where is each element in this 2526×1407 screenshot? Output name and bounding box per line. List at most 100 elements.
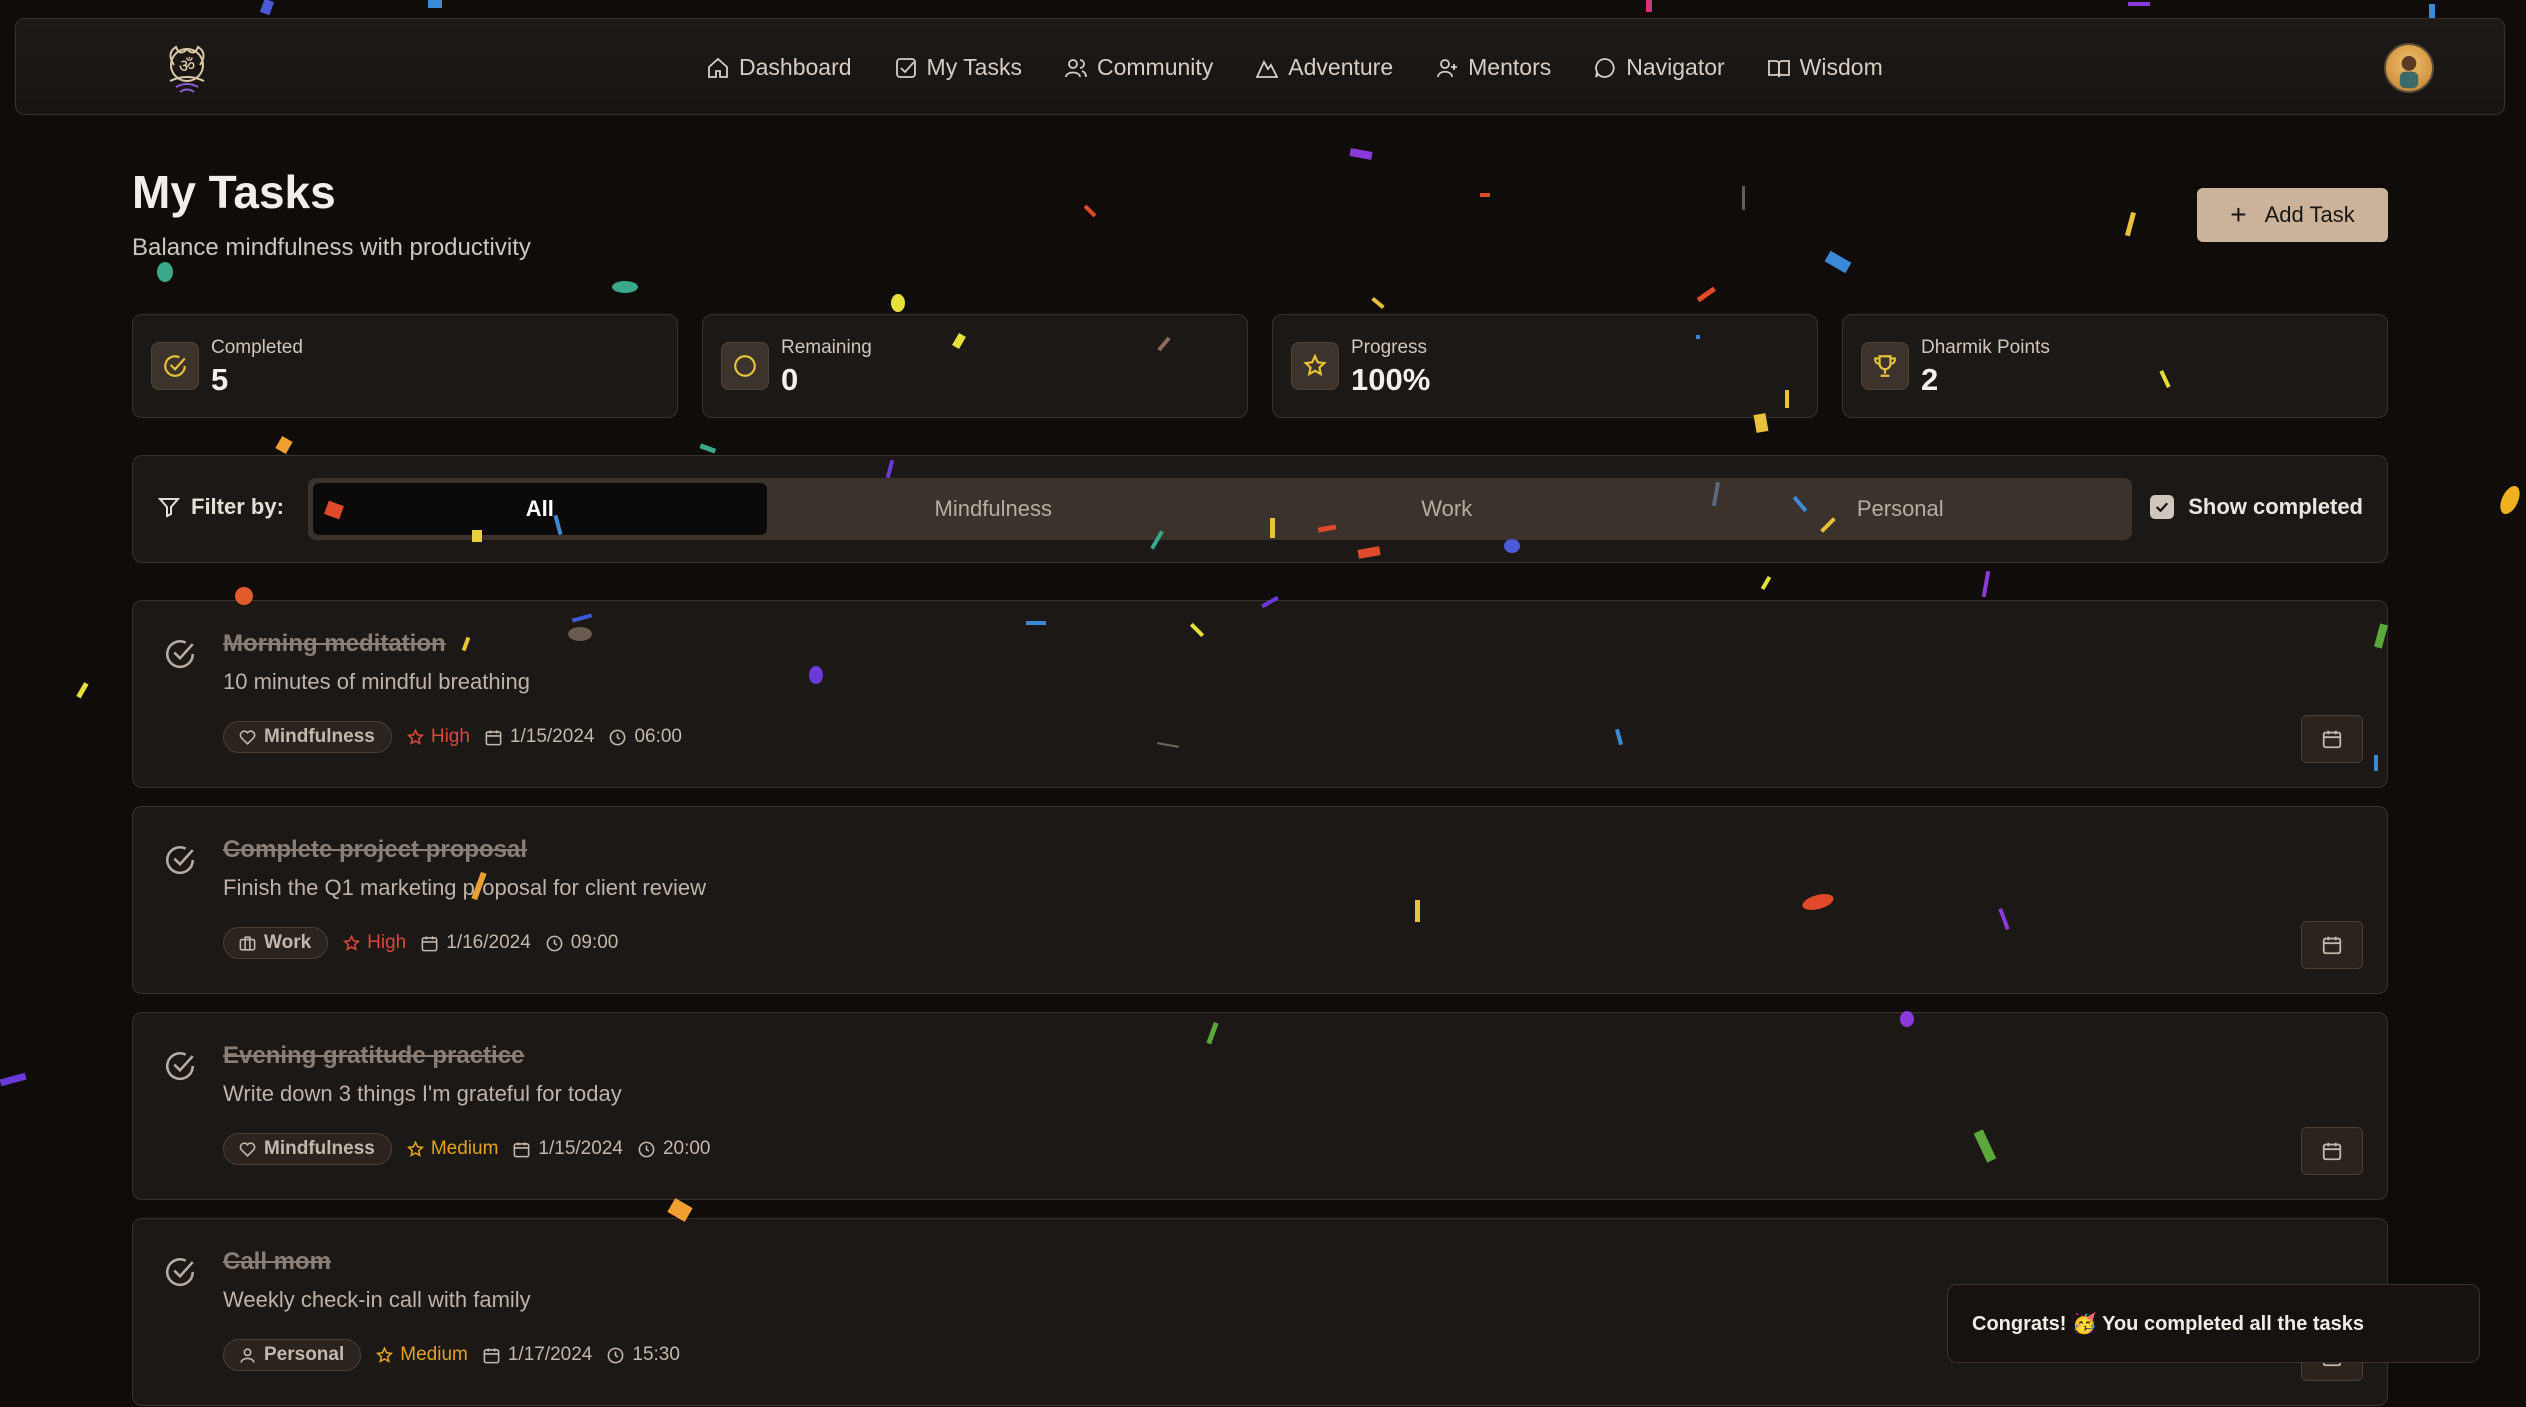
stat-remaining-label: Remaining (781, 337, 872, 358)
due-time: 20:00 (637, 1138, 711, 1160)
nav-wisdom[interactable]: Wisdom (1767, 54, 1883, 81)
stat-points-label: Dharmik Points (1921, 337, 2050, 358)
schedule-button[interactable] (2301, 1127, 2363, 1175)
calendar-icon (421, 935, 438, 951)
avatar-illustration-icon (2399, 56, 2419, 89)
nav-mentors-label: Mentors (1468, 54, 1552, 80)
check-circle-icon[interactable] (163, 1049, 197, 1083)
nav-links: Dashboard My Tasks Community Adventure M… (706, 19, 1883, 116)
category-label: Mindfulness (264, 1138, 375, 1159)
star-icon (406, 1139, 424, 1157)
nav-dashboard[interactable]: Dashboard (706, 54, 852, 81)
nav-my-tasks[interactable]: My Tasks (894, 54, 1022, 81)
stat-progress-icon-box (1291, 342, 1339, 390)
task-card: Evening gratitude practice Write down 3 … (132, 1012, 2388, 1200)
book-icon (1767, 59, 1790, 77)
task-description: Weekly check-in call with family (223, 1287, 531, 1312)
due-date-label: 1/17/2024 (507, 1344, 593, 1365)
heart-icon (239, 729, 256, 745)
priority-label: Medium (430, 1138, 499, 1159)
show-completed-checkbox[interactable] (2150, 495, 2175, 519)
calendar-icon (483, 1347, 500, 1363)
stat-remaining-icon-box (721, 342, 769, 390)
page-title: My Tasks (132, 166, 336, 218)
due-time: 15:30 (606, 1344, 680, 1366)
stat-dharmik-points: Dharmik Points 2 (1842, 314, 2388, 418)
calendar-icon (2322, 936, 2342, 955)
task-card: Morning meditation 10 minutes of mindful… (132, 600, 2388, 788)
om-lotus-logo[interactable]: ॐ (156, 37, 218, 99)
task-title: Complete project proposal (223, 836, 528, 863)
star-icon (1303, 353, 1327, 377)
priority-badge: High (342, 932, 406, 954)
schedule-button[interactable] (2301, 715, 2363, 763)
mountain-icon (1255, 59, 1279, 78)
priority-label: High (367, 932, 407, 953)
clock-icon (546, 935, 563, 951)
svg-text:ॐ: ॐ (179, 56, 195, 77)
stat-completed-label: Completed (211, 337, 303, 358)
category-tag: Work (223, 927, 329, 959)
home-icon (708, 57, 728, 78)
check-circle-icon (164, 355, 186, 377)
filter-label-text: Filter by: (191, 494, 284, 519)
due-date: 1/17/2024 (482, 1344, 593, 1366)
task-description: Write down 3 things I'm grateful for tod… (223, 1081, 622, 1106)
check-circle-icon[interactable] (163, 843, 197, 877)
category-tag: Personal (223, 1339, 362, 1371)
filter-tab-work[interactable]: Work (1220, 483, 1674, 535)
task-title: Call mom (223, 1248, 332, 1275)
stat-points-icon-box (1861, 342, 1909, 390)
stat-points-value: 2 (1921, 362, 1939, 397)
task-meta: Personal Medium 1/17/2024 15:30 (223, 1339, 680, 1371)
category-tag: Mindfulness (223, 1133, 392, 1165)
due-time-label: 20:00 (662, 1138, 711, 1159)
user-avatar[interactable] (2384, 43, 2434, 93)
calendar-icon (485, 729, 502, 745)
due-date-label: 1/15/2024 (509, 726, 595, 747)
due-date: 1/16/2024 (420, 932, 531, 954)
trophy-icon (1874, 355, 1896, 377)
due-time-label: 09:00 (570, 932, 619, 953)
filter-tab-personal[interactable]: Personal (1674, 483, 2128, 535)
calendar-icon (2322, 1142, 2342, 1161)
nav-community[interactable]: Community (1064, 54, 1213, 81)
check-circle-icon[interactable] (163, 1255, 197, 1289)
nav-navigator[interactable]: Navigator (1593, 54, 1725, 81)
task-description: 10 minutes of mindful breathing (223, 669, 530, 694)
task-meta: Work High 1/16/2024 09:00 (223, 927, 618, 959)
task-description: Finish the Q1 marketing proposal for cli… (223, 875, 706, 900)
nav-mentors[interactable]: Mentors (1435, 54, 1551, 81)
due-date: 1/15/2024 (484, 726, 595, 748)
nav-dashboard-label: Dashboard (739, 54, 852, 80)
check-circle-icon[interactable] (163, 637, 197, 671)
stat-completed: Completed 5 (132, 314, 678, 418)
due-time-label: 06:00 (634, 726, 682, 747)
user-group-icon (1437, 58, 1458, 77)
show-completed-label: Show completed (2188, 494, 2363, 519)
filter-tab-all[interactable]: All (313, 483, 767, 535)
circle-icon (734, 355, 756, 377)
category-filter-tabs: All Mindfulness Work Personal (308, 478, 2132, 540)
nav-adventure[interactable]: Adventure (1255, 54, 1393, 81)
due-date-label: 1/16/2024 (446, 932, 531, 953)
priority-badge: Medium (375, 1344, 468, 1366)
chat-bubble-icon (1595, 57, 1615, 78)
stat-remaining: Remaining 0 (702, 314, 1248, 418)
schedule-button[interactable] (2301, 921, 2363, 969)
stat-progress-value: 100% (1351, 362, 1431, 397)
task-meta: Mindfulness Medium 1/15/2024 20:00 (223, 1133, 711, 1165)
filter-bar: Filter by: All Mindfulness Work Personal… (132, 455, 2388, 563)
calendar-icon (514, 1141, 530, 1157)
add-task-button[interactable]: + Add Task (2197, 188, 2388, 242)
nav-wisdom-label: Wisdom (1799, 54, 1883, 80)
star-icon (343, 933, 361, 951)
nav-community-label: Community (1096, 54, 1214, 80)
task-meta: Mindfulness High 1/15/2024 06:00 (223, 721, 682, 753)
checkbox-icon (895, 57, 916, 78)
due-time: 06:00 (608, 726, 682, 748)
filter-label: Filter by: (157, 494, 284, 520)
show-completed-toggle[interactable]: Show completed (2150, 494, 2363, 520)
stat-completed-value: 5 (211, 362, 229, 397)
filter-tab-mindfulness[interactable]: Mindfulness (767, 483, 1221, 535)
